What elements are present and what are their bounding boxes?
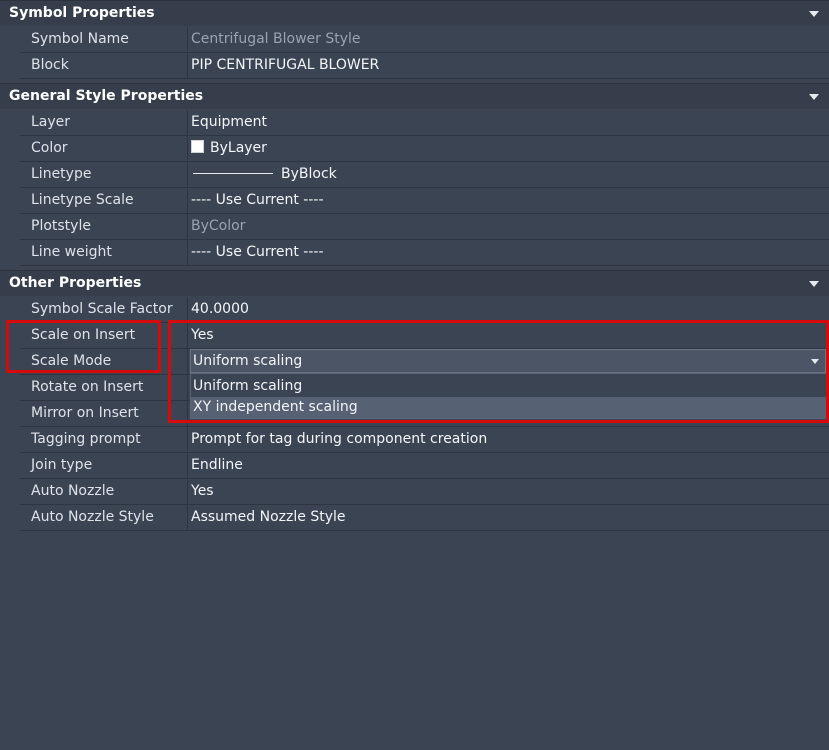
section-title: General Style Properties	[9, 88, 204, 104]
scale-mode-select[interactable]: Uniform scaling	[190, 349, 826, 373]
property-row-color[interactable]: Color ByLayer	[20, 136, 829, 162]
section-title: Other Properties	[9, 275, 142, 291]
property-value[interactable]: Yes	[191, 323, 829, 348]
property-row-tagging-prompt[interactable]: Tagging prompt Prompt for tag during com…	[20, 427, 829, 453]
property-label: Linetype	[20, 162, 188, 187]
property-label: Rotate on Insert	[20, 375, 188, 400]
property-value-linetype[interactable]: ByBlock	[191, 162, 829, 187]
section-header-other-properties[interactable]: Other Properties	[0, 270, 829, 296]
property-row-symbol-name[interactable]: Symbol Name Centrifugal Blower Style	[20, 27, 829, 53]
chevron-down-icon[interactable]	[809, 281, 819, 287]
property-row-layer[interactable]: Layer Equipment	[20, 110, 829, 136]
property-label: Symbol Name	[20, 27, 188, 52]
property-value[interactable]: 40.0000	[191, 297, 829, 322]
property-label: Join type	[20, 453, 188, 478]
property-value[interactable]: ByColor	[191, 214, 829, 239]
property-label: Auto Nozzle Style	[20, 505, 188, 530]
property-label: Scale Mode	[20, 349, 188, 374]
property-label: Line weight	[20, 240, 188, 265]
color-swatch-icon	[191, 140, 204, 153]
property-row-auto-nozzle-style[interactable]: Auto Nozzle Style Assumed Nozzle Style	[20, 505, 829, 531]
property-label: Auto Nozzle	[20, 479, 188, 504]
section-header-general-style-properties[interactable]: General Style Properties	[0, 83, 829, 109]
linetype-value-text: ByBlock	[281, 166, 337, 182]
property-label: Block	[20, 53, 188, 78]
property-value[interactable]: Prompt for tag during component creation	[191, 427, 829, 452]
property-row-linetype[interactable]: Linetype ByBlock	[20, 162, 829, 188]
property-label: Layer	[20, 110, 188, 135]
property-value[interactable]: PIP CENTRIFUGAL BLOWER	[191, 53, 829, 78]
chevron-down-icon[interactable]	[811, 359, 819, 364]
section-title: Symbol Properties	[9, 5, 155, 21]
property-row-auto-nozzle[interactable]: Auto Nozzle Yes	[20, 479, 829, 505]
property-value-color[interactable]: ByLayer	[191, 136, 829, 161]
property-label: Color	[20, 136, 188, 161]
property-row-linetype-scale[interactable]: Linetype Scale ---- Use Current ----	[20, 188, 829, 214]
property-value[interactable]: Equipment	[191, 110, 829, 135]
property-value[interactable]: Assumed Nozzle Style	[191, 505, 829, 530]
property-row-symbol-scale-factor[interactable]: Symbol Scale Factor 40.0000	[20, 297, 829, 323]
scale-mode-dropdown-list: Uniform scaling XY independent scaling	[190, 373, 827, 419]
property-row-scale-on-insert[interactable]: Scale on Insert Yes	[20, 323, 829, 349]
property-row-plotstyle[interactable]: Plotstyle ByColor	[20, 214, 829, 240]
property-label: Linetype Scale	[20, 188, 188, 213]
property-label: Plotstyle	[20, 214, 188, 239]
property-label: Mirror on Insert	[20, 401, 188, 426]
property-value[interactable]: Endline	[191, 453, 829, 478]
section-header-symbol-properties[interactable]: Symbol Properties	[0, 0, 829, 26]
property-value[interactable]: Centrifugal Blower Style	[191, 27, 829, 52]
property-value[interactable]: Yes	[191, 479, 829, 504]
property-row-join-type[interactable]: Join type Endline	[20, 453, 829, 479]
dropdown-option-xy-independent-scaling[interactable]: XY independent scaling	[191, 397, 826, 418]
scale-mode-selected-value: Uniform scaling	[193, 353, 303, 369]
linetype-preview-icon	[193, 173, 273, 174]
property-value[interactable]: ---- Use Current ----	[191, 188, 829, 213]
chevron-down-icon[interactable]	[809, 11, 819, 17]
property-row-line-weight[interactable]: Line weight ---- Use Current ----	[20, 240, 829, 266]
property-value[interactable]: ---- Use Current ----	[191, 240, 829, 265]
property-label: Scale on Insert	[20, 323, 188, 348]
dropdown-option-uniform-scaling[interactable]: Uniform scaling	[191, 376, 826, 397]
property-row-block[interactable]: Block PIP CENTRIFUGAL BLOWER	[20, 53, 829, 79]
property-label: Symbol Scale Factor	[20, 297, 188, 322]
color-value-text: ByLayer	[210, 140, 267, 156]
property-label: Tagging prompt	[20, 427, 188, 452]
chevron-down-icon[interactable]	[809, 94, 819, 100]
